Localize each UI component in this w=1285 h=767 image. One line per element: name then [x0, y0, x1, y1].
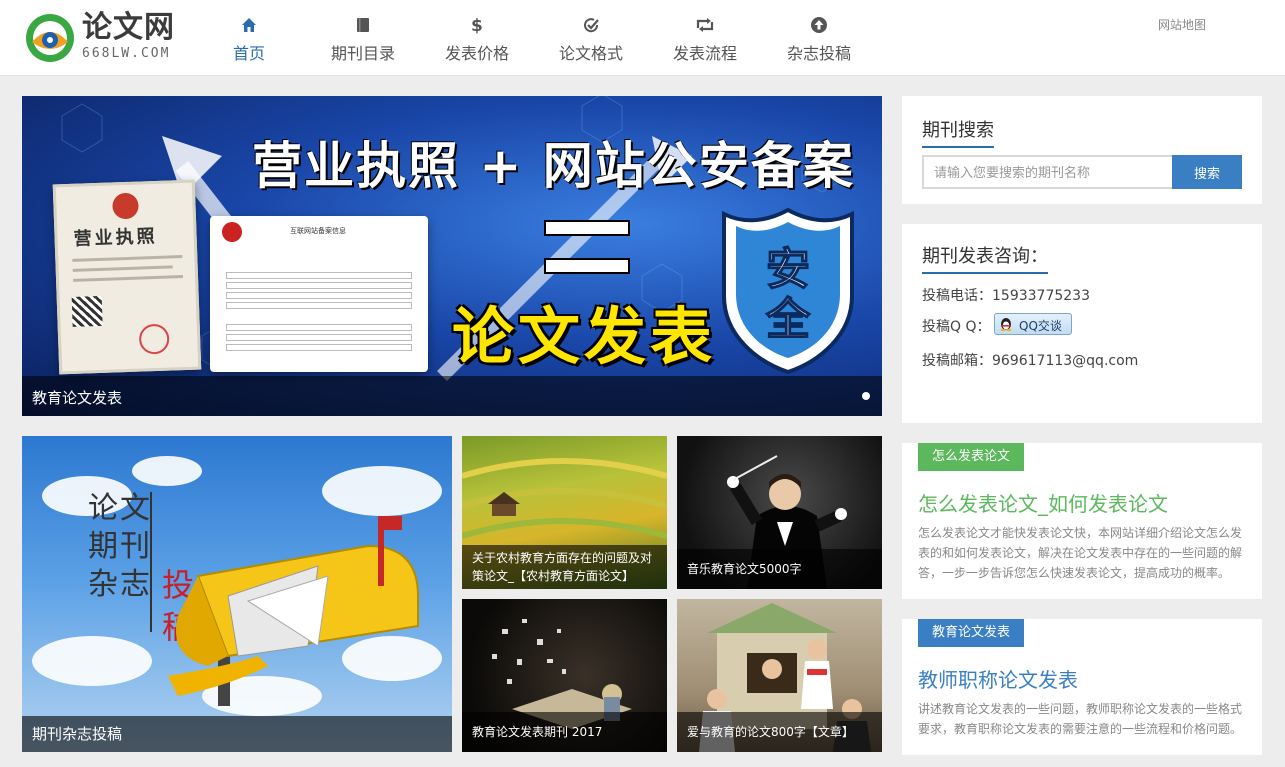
qr-code-icon: [71, 295, 103, 327]
nav-item-submit[interactable]: 杂志投稿: [762, 0, 876, 76]
license-text-line: [73, 275, 184, 282]
hero-banner[interactable]: 营业执照 互联网站备案信息 营业执照 + 网站公安备案 论文发表 安 全 教育论…: [22, 96, 882, 416]
article-description: 怎么发表论文才能快发表论文快，本网站详细介绍论文怎么发表的和如何发表论文，解决在…: [918, 526, 1243, 580]
search-heading: 期刊搜索: [922, 116, 994, 148]
cloud: [32, 636, 152, 686]
cloud: [132, 456, 202, 486]
record-row: [226, 302, 412, 309]
license-text-line: [72, 255, 183, 262]
national-emblem-icon: [112, 192, 139, 220]
tile-caption: 音乐教育论文5000字: [677, 549, 882, 589]
logo-title: 论文网: [82, 10, 175, 45]
tile-caption: 期刊杂志投稿: [22, 716, 452, 752]
site-header: 论文网 668LW.COM 首页 期刊目录 $ 发表价格 论文格式 发表流程 杂…: [0, 0, 1285, 76]
contact-email: 投稿邮箱：969617113@qq.com: [922, 353, 1139, 369]
shield-char: 安: [766, 244, 810, 295]
tile-caption-text[interactable]: 期刊杂志投稿: [22, 716, 452, 752]
banner-headline: 营业执照 + 网站公安备案: [252, 137, 855, 195]
poster-line: 杂志: [88, 567, 152, 602]
search-button[interactable]: 搜索: [1172, 155, 1242, 189]
tile-caption-text[interactable]: 关于农村教育方面存在的问题及对策论文_【农村教育方面论文】: [462, 545, 667, 589]
record-row: [226, 282, 412, 289]
nav-label: 论文格式: [558, 44, 623, 63]
poster-divider: [150, 492, 152, 632]
business-license-image: 营业执照: [52, 179, 202, 375]
nav-label: 期刊目录: [330, 44, 395, 63]
tile-journal-submission[interactable]: 论文 期刊 杂志 投 稿 期刊杂志投稿: [22, 436, 452, 752]
poster-text: 论文 期刊 杂志: [88, 490, 152, 604]
nav-label: 发表价格: [444, 44, 509, 63]
category-tag[interactable]: 教育论文发表: [918, 619, 1025, 647]
carousel-dot[interactable]: [862, 392, 870, 400]
nav-item-price[interactable]: $ 发表价格: [420, 0, 534, 76]
record-title: 互联网站备案信息: [290, 227, 346, 235]
license-title: 营业执照: [73, 225, 158, 250]
site-logo[interactable]: 论文网 668LW.COM: [24, 10, 184, 66]
nav-item-process[interactable]: 发表流程: [648, 0, 762, 76]
svg-text:$: $: [471, 16, 483, 34]
banner-caption[interactable]: 教育论文发表: [32, 387, 122, 408]
icp-record-image: 互联网站备案信息: [210, 216, 428, 372]
tile-caption-text[interactable]: 爱与教育的论文800字【文章】: [677, 712, 882, 745]
banner-caption-bar: 教育论文发表: [22, 376, 882, 416]
book-icon: [306, 14, 420, 36]
tile-caption: 关于农村教育方面存在的问题及对策论文_【农村教育方面论文】: [462, 545, 667, 589]
qq-penguin-icon: [1000, 318, 1012, 331]
qq-button-label: QQ交谈: [1019, 319, 1062, 333]
check-circle-icon: [534, 14, 648, 36]
qq-chat-button[interactable]: QQ交谈: [994, 313, 1072, 335]
tile-music-education[interactable]: 音乐教育论文5000字: [677, 436, 882, 589]
record-row: [226, 272, 412, 279]
nav-item-format[interactable]: 论文格式: [534, 0, 648, 76]
tile-education-journal[interactable]: 教育论文发表期刊 2017: [462, 599, 667, 752]
tile-caption: 教育论文发表期刊 2017: [462, 712, 667, 752]
poster-line: 期刊: [88, 529, 152, 564]
upload-circle-icon: [762, 14, 876, 36]
license-text-line: [72, 265, 173, 272]
record-row: [226, 344, 412, 351]
record-row: [226, 292, 412, 299]
sitemap-link[interactable]: 网站地图: [1158, 16, 1206, 33]
category-tag[interactable]: 怎么发表论文: [918, 443, 1025, 471]
poster-line: 论文: [88, 491, 152, 526]
article-card: 教育论文发表 教师职称论文发表 讲述教育论文发表的一些问题，教师职称论文发表的一…: [902, 619, 1262, 755]
official-stamp-icon: [138, 323, 170, 355]
dollar-icon: $: [420, 14, 534, 36]
journal-search-panel: 期刊搜索 搜索: [902, 96, 1262, 204]
tile-love-education[interactable]: 爱与教育的论文800字【文章】: [677, 599, 882, 752]
shield-char: 全: [765, 294, 811, 345]
contact-panel: 期刊发表咨询： 投稿电话：15933775233 投稿Q Q： QQ交谈 投稿邮…: [902, 224, 1262, 423]
equals-sign-icon: [544, 220, 630, 276]
article-description: 讲述教育论文发表的一些问题，教师职称论文发表的一些格式要求，教育职称论文发表的需…: [918, 702, 1243, 736]
security-shield-icon: 安 全: [722, 207, 854, 375]
article-card: 怎么发表论文 怎么发表论文_如何发表论文 怎么发表论文才能快发表论文快，本网站详…: [902, 443, 1262, 599]
nav-label: 首页: [232, 44, 265, 63]
journal-search-input[interactable]: [922, 155, 1172, 189]
tile-rural-education[interactable]: 关于农村教育方面存在的问题及对策论文_【农村教育方面论文】: [462, 436, 667, 589]
home-icon: [192, 14, 306, 36]
record-row: [226, 324, 412, 331]
nav-label: 杂志投稿: [786, 44, 851, 63]
record-row: [226, 334, 412, 341]
retweet-icon: [648, 14, 762, 36]
contact-qq-label: 投稿Q Q：: [922, 319, 991, 335]
main-nav: 首页 期刊目录 $ 发表价格 论文格式 发表流程 杂志投稿: [192, 0, 876, 76]
tile-caption-text[interactable]: 教育论文发表期刊 2017: [462, 712, 667, 745]
tile-caption-text[interactable]: 音乐教育论文5000字: [677, 549, 882, 582]
eye-logo-icon: [26, 14, 74, 62]
police-badge-icon: [222, 222, 242, 242]
nav-item-journals[interactable]: 期刊目录: [306, 0, 420, 76]
contact-phone: 投稿电话：15933775233: [922, 288, 1090, 304]
mailbox-icon: [168, 516, 419, 706]
logo-domain: 668LW.COM: [82, 46, 171, 61]
article-title-link[interactable]: 教师职称论文发表: [918, 664, 1078, 693]
contact-heading: 期刊发表咨询：: [922, 242, 1048, 274]
banner-subheadline: 论文发表: [452, 300, 717, 373]
tile-caption: 爱与教育的论文800字【文章】: [677, 712, 882, 752]
article-title-link[interactable]: 怎么发表论文_如何发表论文: [918, 488, 1168, 517]
nav-label: 发表流程: [672, 44, 737, 63]
nav-item-home[interactable]: 首页: [192, 0, 306, 76]
